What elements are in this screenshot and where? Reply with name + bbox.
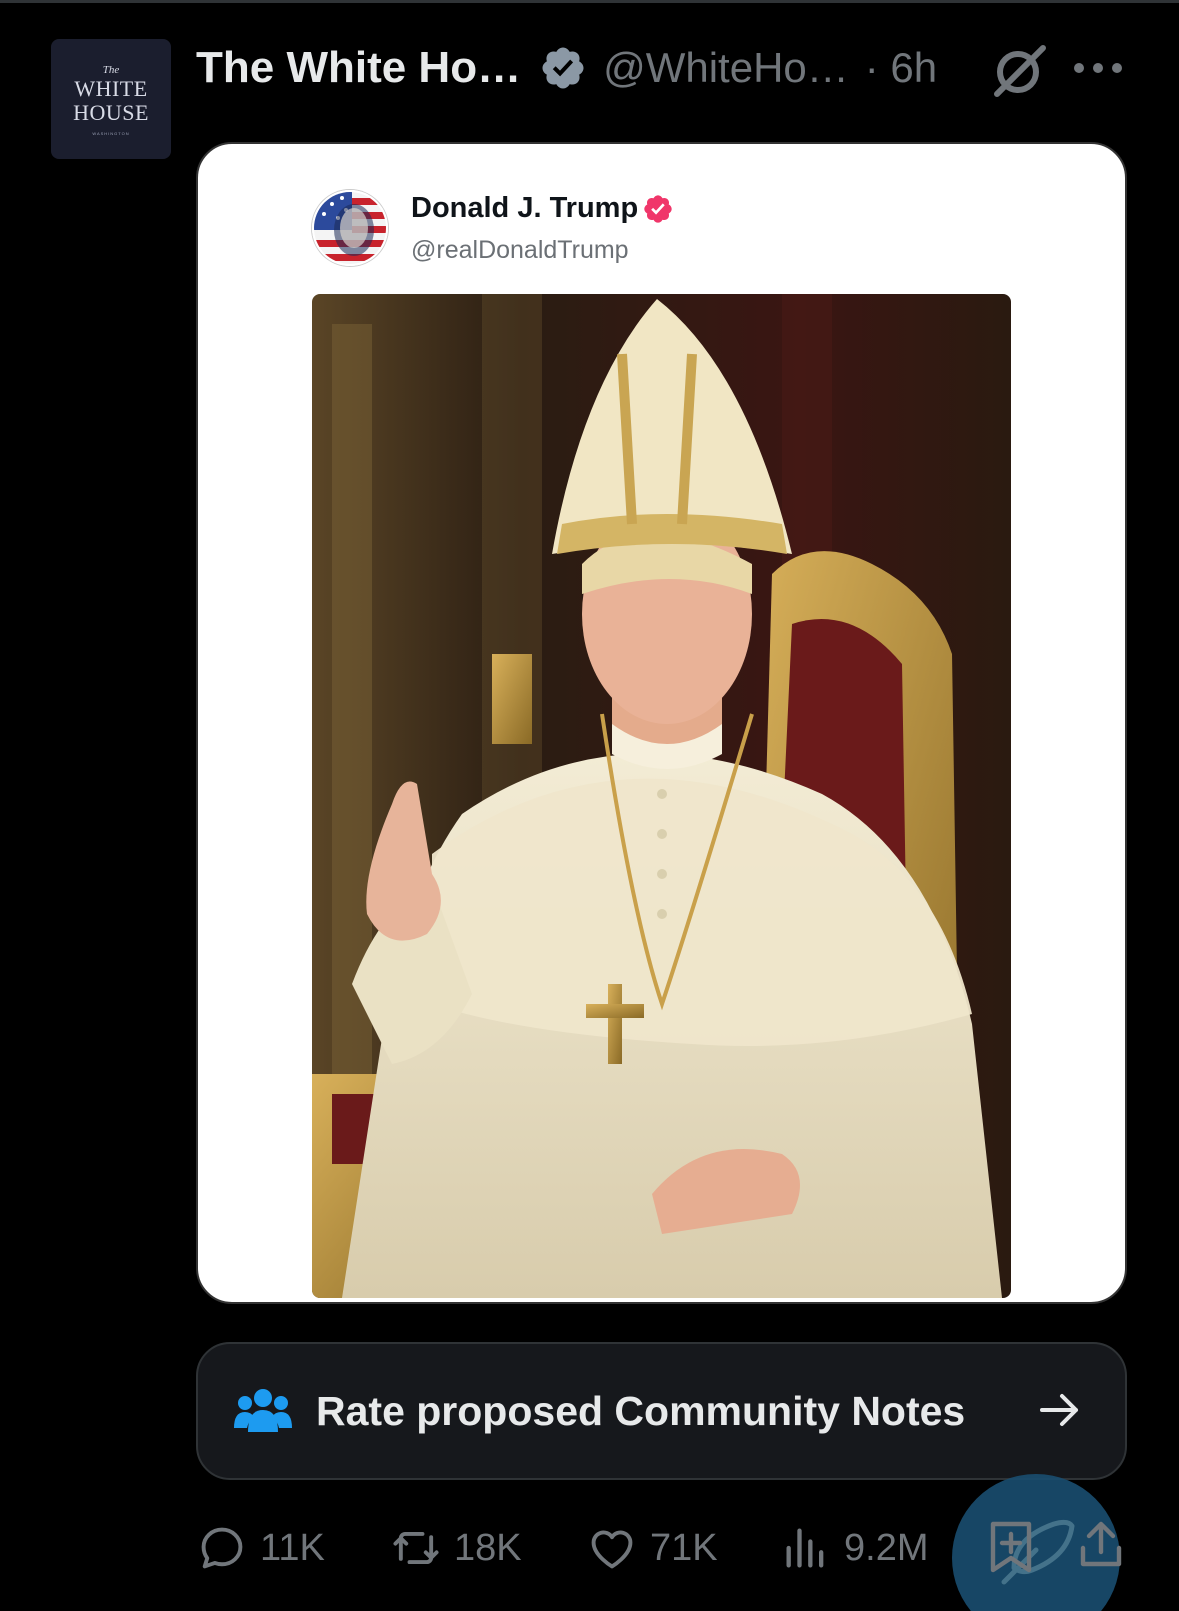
author-display-name[interactable]: The White Ho… — [196, 43, 521, 93]
author-handle[interactable]: @WhiteHo… — [603, 44, 849, 92]
more-dot-3 — [1112, 63, 1122, 73]
repost-count: 18K — [454, 1526, 522, 1569]
arrow-right-icon — [1040, 1394, 1078, 1426]
views-count: 9.2M — [844, 1526, 929, 1569]
reply-count: 11K — [260, 1526, 325, 1569]
like-button[interactable]: 71K — [586, 1520, 718, 1576]
pope-portrait-illustration — [312, 294, 1011, 1298]
bookmark-add-icon[interactable] — [985, 1518, 1037, 1574]
verified-badge-icon — [542, 47, 584, 89]
reply-icon — [201, 1527, 243, 1569]
share-icon[interactable] — [1077, 1518, 1125, 1572]
photo-image[interactable] — [312, 294, 1011, 1298]
avatar-text-washington: WASHINGTON — [92, 130, 130, 136]
more-dot-2 — [1093, 63, 1103, 73]
community-notes-button[interactable]: Rate proposed Community Notes — [196, 1342, 1127, 1480]
more-icon[interactable] — [1074, 56, 1124, 80]
community-notes-label: Rate proposed Community Notes — [316, 1388, 966, 1434]
avatar-text-white: WHITE — [74, 75, 148, 101]
avatar-text-the: The — [102, 63, 120, 76]
quoted-author-handle[interactable]: @realDonaldTrump — [411, 236, 629, 265]
more-dot-1 — [1074, 63, 1084, 73]
like-count: 71K — [650, 1526, 718, 1569]
quoted-verified-badge-icon — [644, 195, 672, 223]
repost-button[interactable]: 18K — [390, 1520, 522, 1576]
quoted-post-card[interactable]: Donald J. Trump @realDonaldTrump — [196, 142, 1127, 1304]
heart-icon — [591, 1530, 633, 1569]
quoted-author-name[interactable]: Donald J. Trump — [411, 192, 638, 225]
flag-portrait-image — [314, 192, 386, 264]
post-timestamp[interactable]: · 6h — [865, 44, 937, 92]
repost-icon — [393, 1531, 439, 1565]
people-icon — [234, 1389, 292, 1432]
grok-icon[interactable] — [993, 42, 1047, 98]
top-divider — [0, 0, 1179, 3]
views-icon — [786, 1528, 824, 1568]
avatar-text-house: HOUSE — [73, 99, 149, 125]
quoted-author-avatar[interactable] — [312, 190, 388, 266]
post-header: The White Ho… @WhiteHo… · 6h — [196, 36, 937, 100]
views-button[interactable]: 9.2M — [780, 1520, 928, 1576]
reply-button[interactable]: 11K — [196, 1520, 325, 1576]
author-avatar[interactable]: The WHITE HOUSE WASHINGTON — [51, 39, 171, 159]
